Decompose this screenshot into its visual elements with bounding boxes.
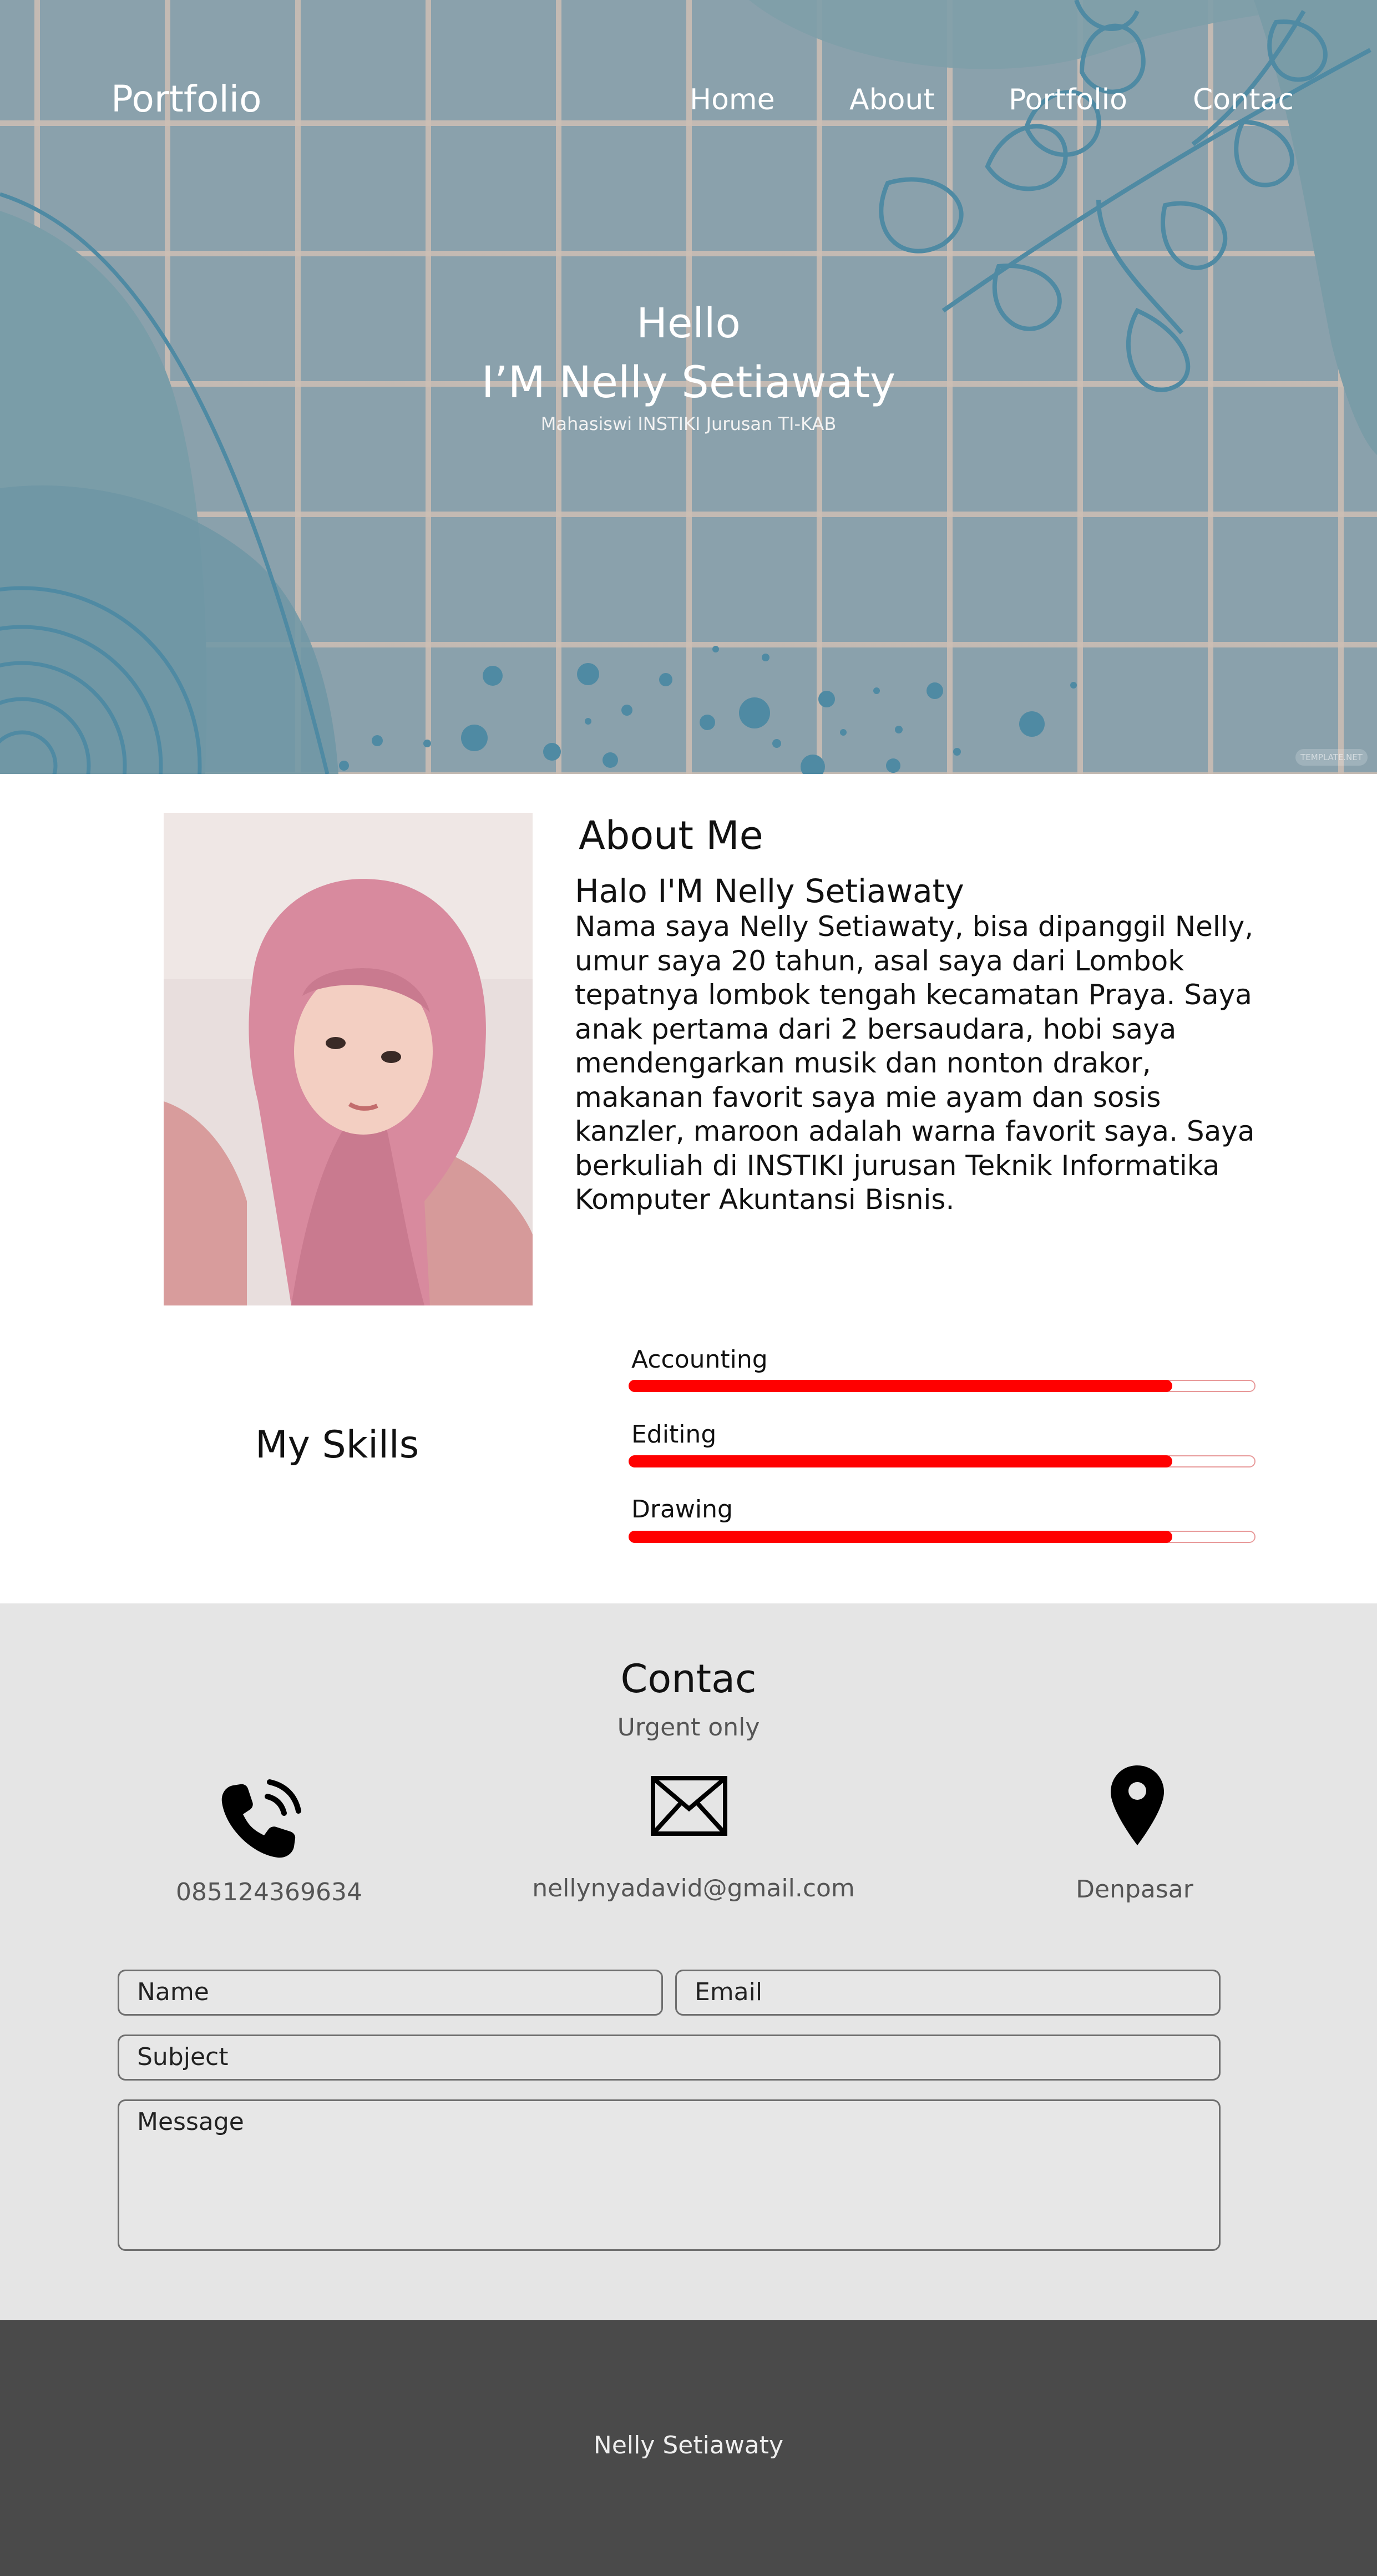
contact-title: Contac xyxy=(620,1656,757,1702)
profile-photo xyxy=(164,813,533,1305)
skill-bar-fill xyxy=(629,1455,1172,1467)
about-heading: Halo I'M Nelly Setiawaty xyxy=(575,872,964,910)
subject-field[interactable]: Subject xyxy=(118,2035,1221,2081)
mail-icon xyxy=(650,1775,728,1839)
skill-bar-accounting xyxy=(629,1380,1256,1392)
phone-number[interactable]: 085124369634 xyxy=(133,1878,405,1906)
footer: Nelly Setiawaty xyxy=(0,2320,1377,2576)
email-placeholder: Email xyxy=(695,1978,763,2006)
email-field[interactable]: Email xyxy=(675,1970,1221,2016)
contact-section: Contac Urgent only 085124369634 nellynya… xyxy=(0,1603,1377,2320)
name-placeholder: Name xyxy=(137,1978,209,2006)
skill-bar-drawing xyxy=(629,1531,1256,1543)
nav-home[interactable]: Home xyxy=(690,83,775,117)
hero-subtitle: Mahasiswi INSTIKI Jurusan TI-KAB xyxy=(540,413,837,434)
template-watermark: TEMPLATE.NET xyxy=(1295,749,1368,766)
nav-contact[interactable]: Contac xyxy=(1193,83,1294,117)
nav-about[interactable]: About xyxy=(849,83,935,117)
skill-label-accounting: Accounting xyxy=(631,1345,768,1374)
phone-icon xyxy=(216,1774,305,1865)
contact-subtitle: Urgent only xyxy=(617,1713,760,1742)
hero-name: I’M Nelly Setiawaty xyxy=(481,358,896,408)
message-placeholder: Message xyxy=(137,2108,244,2136)
skills-title: My Skills xyxy=(255,1423,419,1467)
skill-label-drawing: Drawing xyxy=(631,1495,733,1524)
skill-bar-fill xyxy=(629,1380,1172,1392)
location-pin-icon xyxy=(1110,1764,1165,1850)
message-field[interactable]: Message xyxy=(118,2099,1221,2251)
brand-logo-text[interactable]: Portfolio xyxy=(111,78,262,120)
skill-bar-fill xyxy=(629,1531,1172,1543)
nav-portfolio[interactable]: Portfolio xyxy=(1009,83,1127,117)
email-address[interactable]: nellynyadavid@gmail.com xyxy=(527,1874,860,1902)
subject-placeholder: Subject xyxy=(137,2043,229,2071)
about-title: About Me xyxy=(579,813,763,858)
hero-greeting: Hello xyxy=(636,300,741,347)
footer-text: Nelly Setiawaty xyxy=(593,2431,784,2459)
name-field[interactable]: Name xyxy=(118,1970,663,2016)
skill-label-editing: Editing xyxy=(631,1420,717,1449)
hero-banner: Portfolio Home About Portfolio Contac He… xyxy=(0,0,1377,774)
about-description: Nama saya Nelly Setiawaty, bisa dipanggi… xyxy=(575,910,1255,1216)
location-text: Denpasar xyxy=(1076,1875,1193,1904)
skill-bar-editing xyxy=(629,1455,1256,1467)
